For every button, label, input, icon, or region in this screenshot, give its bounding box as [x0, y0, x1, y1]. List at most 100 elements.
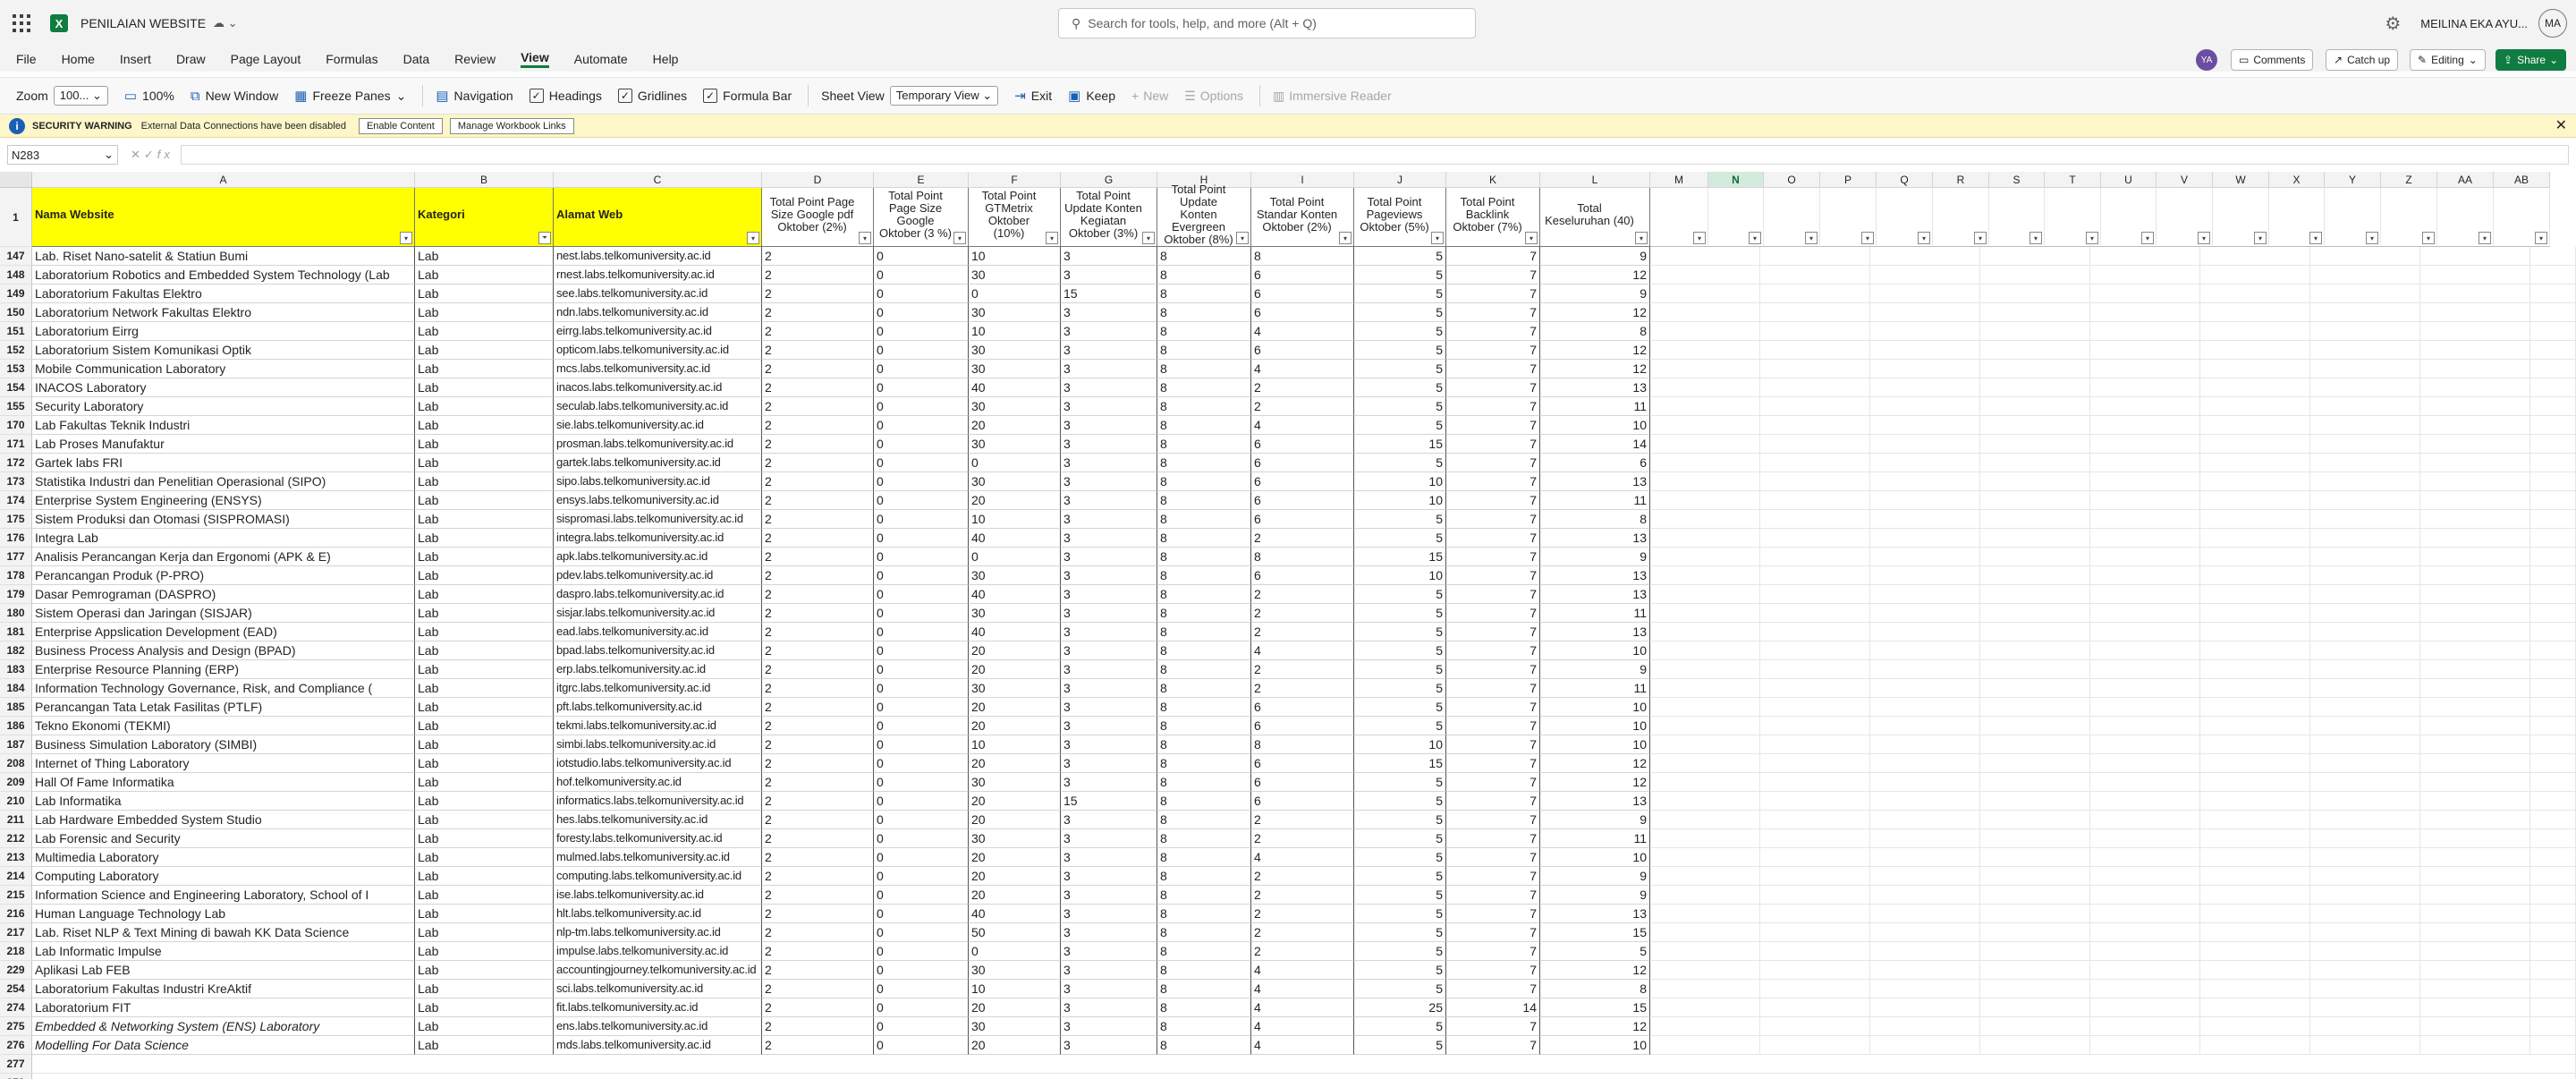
cell-h[interactable]: 8 [1157, 848, 1251, 867]
cell-h[interactable]: 8 [1157, 322, 1251, 341]
cell-g[interactable]: 3 [1061, 623, 1157, 641]
cell-c[interactable]: bpad.labs.telkomuniversity.ac.id [554, 641, 762, 660]
column-header-t[interactable]: T [2045, 172, 2101, 188]
cell-b[interactable]: Lab [415, 923, 554, 942]
cell-e[interactable]: 0 [874, 942, 969, 961]
formula-input[interactable] [180, 145, 2569, 165]
cell-h[interactable]: 8 [1157, 980, 1251, 998]
cell-d[interactable]: 2 [762, 679, 874, 698]
cell-i[interactable]: 6 [1251, 754, 1354, 773]
cell-d[interactable]: 2 [762, 266, 874, 285]
cell-f[interactable]: 20 [969, 792, 1061, 811]
header-cell-l[interactable]: Total Keseluruhan (40) [1540, 188, 1650, 247]
empty-cells[interactable] [1650, 980, 2576, 998]
cell-j[interactable]: 5 [1354, 529, 1446, 548]
cell-j[interactable]: 5 [1354, 829, 1446, 848]
cell-a[interactable]: Information Technology Governance, Risk,… [32, 679, 415, 698]
cell-d[interactable]: 2 [762, 660, 874, 679]
cell-f[interactable]: 0 [969, 454, 1061, 472]
row-header[interactable]: 229 [0, 961, 32, 980]
cell-h[interactable]: 8 [1157, 660, 1251, 679]
cell-c[interactable]: mds.labs.telkomuniversity.ac.id [554, 1036, 762, 1055]
cell-d[interactable]: 2 [762, 303, 874, 322]
cell-c[interactable]: mulmed.labs.telkomuniversity.ac.id [554, 848, 762, 867]
cell-l[interactable]: 6 [1540, 454, 1650, 472]
cell-g[interactable]: 3 [1061, 867, 1157, 886]
cell-a[interactable]: Lab Proses Manufaktur [32, 435, 415, 454]
cell-a[interactable]: Enterprise Resource Planning (ERP) [32, 660, 415, 679]
empty-cells[interactable] [1650, 717, 2576, 735]
column-header-l[interactable]: L [1540, 172, 1650, 188]
column-header-u[interactable]: U [2101, 172, 2157, 188]
cell-k[interactable]: 7 [1446, 322, 1540, 341]
cell-c[interactable]: mcs.labs.telkomuniversity.ac.id [554, 360, 762, 378]
cell-e[interactable]: 0 [874, 735, 969, 754]
cell-e[interactable]: 0 [874, 867, 969, 886]
cell-f[interactable]: 10 [969, 322, 1061, 341]
cell-l[interactable]: 12 [1540, 961, 1650, 980]
sheet-view-dropdown[interactable]: Temporary View ⌄ [889, 86, 999, 106]
cell-c[interactable]: informatics.labs.telkomuniversity.ac.id [554, 792, 762, 811]
cell-i[interactable]: 4 [1251, 322, 1354, 341]
empty-cells[interactable] [1650, 454, 2576, 472]
cell-i[interactable]: 6 [1251, 303, 1354, 322]
cell-l[interactable]: 13 [1540, 623, 1650, 641]
column-header-n[interactable]: N [1708, 172, 1764, 188]
cell-l[interactable]: 9 [1540, 660, 1650, 679]
cell-b[interactable]: Lab [415, 378, 554, 397]
cell-e[interactable]: 0 [874, 454, 969, 472]
cell-j[interactable]: 5 [1354, 641, 1446, 660]
cell-j[interactable]: 5 [1354, 811, 1446, 829]
cell-d[interactable]: 2 [762, 848, 874, 867]
cell-g[interactable]: 3 [1061, 998, 1157, 1017]
cell-f[interactable]: 20 [969, 641, 1061, 660]
cell-f[interactable]: 30 [969, 341, 1061, 360]
search-box[interactable]: ⚲ Search for tools, help, and more (Alt … [1058, 8, 1476, 38]
catchup-button[interactable]: ↗ Catch up [2326, 49, 2399, 71]
cell-g[interactable]: 3 [1061, 717, 1157, 735]
cell-b[interactable]: Lab [415, 679, 554, 698]
cell-i[interactable]: 4 [1251, 848, 1354, 867]
column-header-q[interactable]: Q [1877, 172, 1933, 188]
cell-h[interactable]: 8 [1157, 754, 1251, 773]
cell-c[interactable]: pdev.labs.telkomuniversity.ac.id [554, 566, 762, 585]
cell-k[interactable]: 7 [1446, 303, 1540, 322]
cell-c[interactable]: prosman.labs.telkomuniversity.ac.id [554, 435, 762, 454]
cell-h[interactable]: 8 [1157, 905, 1251, 923]
cell-f[interactable]: 10 [969, 980, 1061, 998]
cell-i[interactable]: 4 [1251, 961, 1354, 980]
cell-h[interactable]: 8 [1157, 510, 1251, 529]
cell-d[interactable]: 2 [762, 623, 874, 641]
cell-g[interactable]: 3 [1061, 472, 1157, 491]
cell-f[interactable]: 30 [969, 679, 1061, 698]
cell-l[interactable]: 9 [1540, 811, 1650, 829]
cell-e[interactable]: 0 [874, 285, 969, 303]
cell-j[interactable]: 5 [1354, 660, 1446, 679]
cell-j[interactable]: 5 [1354, 285, 1446, 303]
cell-b[interactable]: Lab [415, 454, 554, 472]
cell-c[interactable]: erp.labs.telkomuniversity.ac.id [554, 660, 762, 679]
cell-a[interactable]: Security Laboratory [32, 397, 415, 416]
cell-c[interactable]: hof.telkomuniversity.ac.id [554, 773, 762, 792]
cell-h[interactable]: 8 [1157, 698, 1251, 717]
cell-i[interactable]: 6 [1251, 266, 1354, 285]
empty-cells[interactable] [1650, 829, 2576, 848]
row-header[interactable]: 172 [0, 454, 32, 472]
cell-f[interactable]: 30 [969, 397, 1061, 416]
cell-g[interactable]: 3 [1061, 378, 1157, 397]
cell-d[interactable]: 2 [762, 717, 874, 735]
new-window-button[interactable]: ⧉ New Window [191, 89, 278, 104]
filter-dropdown-icon[interactable]: ▾ [1693, 232, 1706, 244]
cell-g[interactable]: 3 [1061, 641, 1157, 660]
name-box[interactable]: N283 ⌄ [7, 145, 118, 165]
cell-k[interactable]: 7 [1446, 360, 1540, 378]
cell-j[interactable]: 5 [1354, 266, 1446, 285]
empty-cells[interactable] [1650, 510, 2576, 529]
cell-i[interactable]: 2 [1251, 829, 1354, 848]
cell-a[interactable]: Sistem Operasi dan Jaringan (SISJAR) [32, 604, 415, 623]
cell-b[interactable]: Lab [415, 303, 554, 322]
cell-e[interactable]: 0 [874, 1036, 969, 1055]
cell-g[interactable]: 3 [1061, 679, 1157, 698]
empty-cells[interactable] [1650, 585, 2576, 604]
cell-d[interactable]: 2 [762, 285, 874, 303]
